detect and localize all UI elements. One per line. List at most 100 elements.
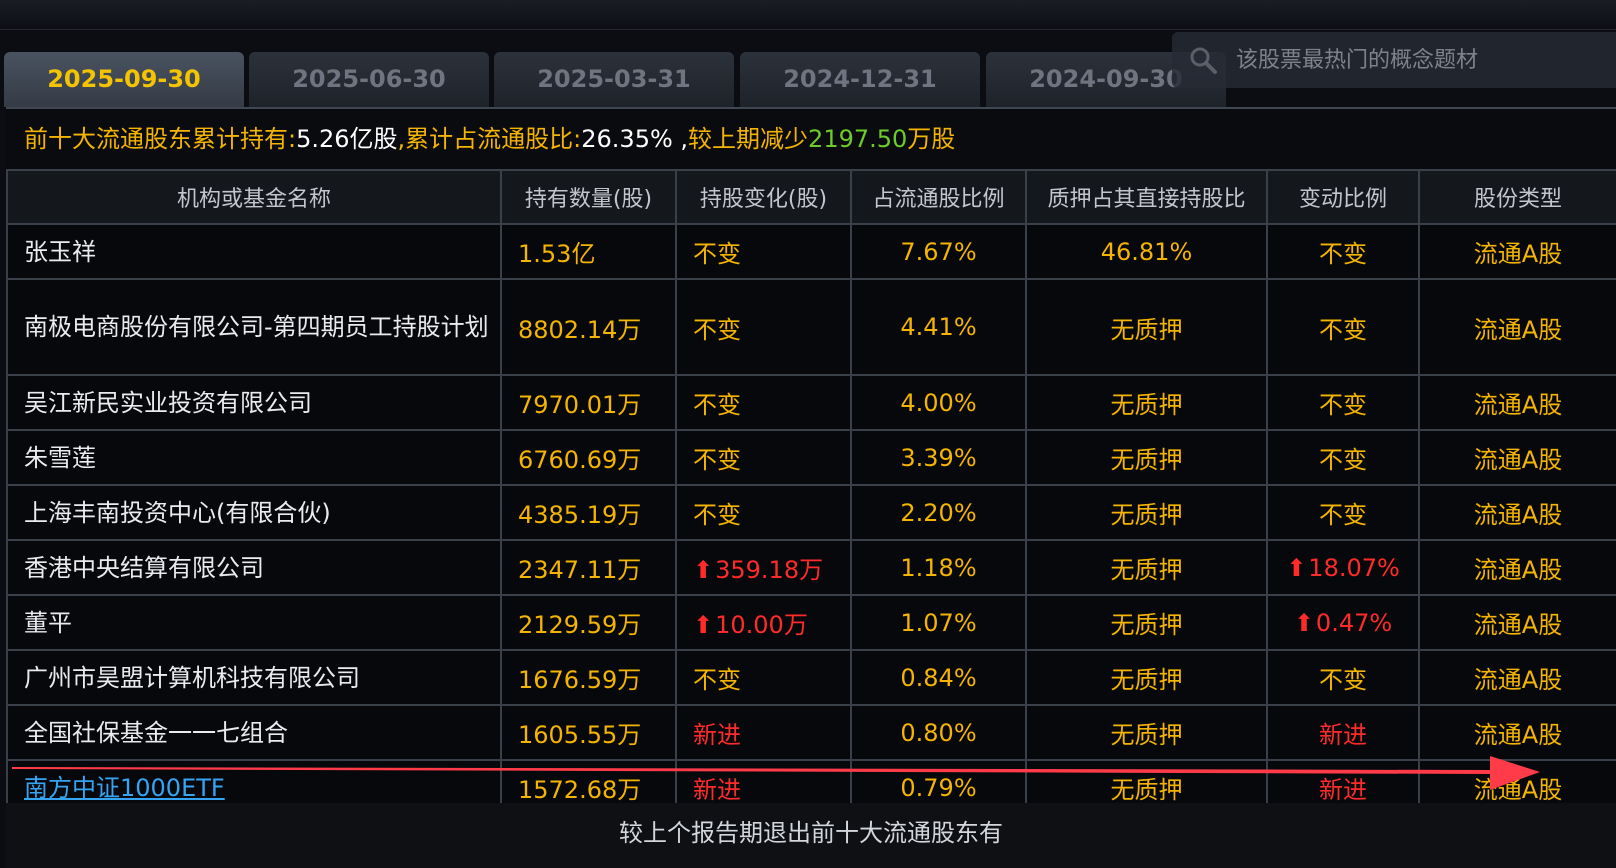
table-header-row: 机构或基金名称 持有数量(股) 持股变化(股) 占流通股比例 质押占其直接持股比…	[6, 169, 1616, 225]
holder-pledge-ratio: 无质押	[1025, 649, 1268, 706]
tab-2025-03-31[interactable]: 2025-03-31	[494, 52, 734, 107]
top-bar	[0, 0, 1616, 30]
col-header-change: 持股变化(股)	[675, 169, 852, 225]
holder-name: 张玉祥	[6, 223, 502, 280]
holder-share-type: 流通A股	[1418, 484, 1616, 541]
holder-quantity: 2129.59万	[500, 594, 677, 651]
holder-float-ratio: 2.20%	[850, 484, 1027, 541]
holder-float-ratio: 1.07%	[850, 594, 1027, 651]
holder-change-value: 359.18万	[715, 556, 824, 584]
holder-share-type: 流通A股	[1418, 374, 1616, 431]
holder-change: 不变	[675, 429, 852, 486]
holder-quantity: 2347.11万	[500, 539, 677, 596]
tab-2025-09-30[interactable]: 2025-09-30	[4, 52, 244, 107]
holder-pledge-ratio: 无质押	[1025, 278, 1268, 376]
holder-change-ratio: 不变	[1266, 429, 1420, 486]
holder-quantity: 8802.14万	[500, 278, 677, 376]
arrow-up-icon: ⬆	[1286, 553, 1307, 582]
table-row: 上海丰南投资中心(有限合伙) 4385.19万 不变 2.20% 无质押 不变 …	[6, 484, 1616, 541]
holder-name: 广州市昊盟计算机科技有限公司	[6, 649, 502, 706]
search-input[interactable]	[1236, 47, 1596, 73]
holder-change: 不变	[675, 278, 852, 376]
holder-name: 上海丰南投资中心(有限合伙)	[6, 484, 502, 541]
holder-pledge-ratio: 无质押	[1025, 594, 1268, 651]
table-row: 张玉祥 1.53亿 不变 7.67% 46.81% 不变 流通A股	[6, 223, 1616, 280]
holder-change-ratio: 不变	[1266, 223, 1420, 280]
table-row: 董平 2129.59万 ⬆10.00万 1.07% 无质押 ⬆0.47% 流通A…	[6, 594, 1616, 651]
col-header-quantity: 持有数量(股)	[500, 169, 677, 225]
summary-change-value: 2197.50	[808, 125, 908, 153]
holder-change-ratio-value: 0.47%	[1315, 608, 1393, 637]
holder-share-type: 流通A股	[1418, 429, 1616, 486]
holder-change: 不变	[675, 484, 852, 541]
holding-summary: 前十大流通股东累计持有:5.26亿股,累计占流通股比:26.35% ,较上期减少…	[6, 107, 1616, 169]
holder-quantity: 1605.55万	[500, 704, 677, 761]
holder-change-ratio: 新进	[1266, 704, 1420, 761]
arrow-up-icon: ⬆	[693, 556, 714, 584]
holder-change-ratio: 不变	[1266, 374, 1420, 431]
exited-holders-note: 较上个报告期退出前十大流通股东有	[6, 803, 1616, 868]
holder-change: 新进	[675, 704, 852, 761]
summary-total-value: 5.26亿股	[296, 125, 398, 153]
tab-2024-12-31[interactable]: 2024-12-31	[740, 52, 980, 107]
holder-change: 不变	[675, 374, 852, 431]
summary-ratio-value: 26.35% ,	[581, 125, 689, 153]
holder-float-ratio: 1.18%	[850, 539, 1027, 596]
search-icon	[1190, 47, 1217, 74]
holder-change-ratio: 不变	[1266, 484, 1420, 541]
col-header-pledge-ratio: 质押占其直接持股比	[1025, 169, 1268, 225]
holder-change: 不变	[675, 223, 852, 280]
table-row: 广州市昊盟计算机科技有限公司 1676.59万 不变 0.84% 无质押 不变 …	[6, 649, 1616, 706]
summary-total-label: 前十大流通股东累计持有:	[24, 125, 297, 153]
holder-quantity: 1.53亿	[500, 223, 677, 280]
holder-change-value: 10.00万	[715, 611, 808, 639]
holder-name: 董平	[6, 594, 502, 651]
col-header-name: 机构或基金名称	[6, 169, 502, 225]
holder-change-ratio: ⬆0.47%	[1266, 594, 1420, 651]
holder-quantity: 6760.69万	[500, 429, 677, 486]
holder-name: 香港中央结算有限公司	[6, 539, 502, 596]
col-header-share-type: 股份类型	[1418, 169, 1616, 225]
holder-share-type: 流通A股	[1418, 278, 1616, 376]
concept-search-box[interactable]	[1172, 32, 1616, 88]
arrow-up-icon: ⬆	[693, 611, 714, 639]
holder-change: 不变	[675, 649, 852, 706]
top-ten-holders-table: 机构或基金名称 持有数量(股) 持股变化(股) 占流通股比例 质押占其直接持股比…	[6, 169, 1616, 816]
tab-2025-06-30[interactable]: 2025-06-30	[249, 52, 489, 107]
holder-pledge-ratio: 无质押	[1025, 429, 1268, 486]
table-row: 朱雪莲 6760.69万 不变 3.39% 无质押 不变 流通A股	[6, 429, 1616, 486]
summary-change-label: 较上期减少	[688, 125, 809, 153]
holder-name: 南极电商股份有限公司-第四期员工持股计划	[6, 278, 502, 376]
holder-pledge-ratio: 无质押	[1025, 539, 1268, 596]
holder-pledge-ratio: 46.81%	[1025, 223, 1268, 280]
holder-change-ratio: 不变	[1266, 278, 1420, 376]
holder-change-ratio: ⬆18.07%	[1266, 539, 1420, 596]
holder-float-ratio: 3.39%	[850, 429, 1027, 486]
col-header-float-ratio: 占流通股比例	[850, 169, 1027, 225]
holder-change-ratio-value: 18.07%	[1308, 553, 1400, 582]
holder-pledge-ratio: 无质押	[1025, 704, 1268, 761]
table-row: 香港中央结算有限公司 2347.11万 ⬆359.18万 1.18% 无质押 ⬆…	[6, 539, 1616, 596]
holder-quantity: 4385.19万	[500, 484, 677, 541]
holder-float-ratio: 0.80%	[850, 704, 1027, 761]
summary-ratio-label: 累计占流通股比:	[405, 125, 582, 153]
holder-change-ratio: 不变	[1266, 649, 1420, 706]
holder-share-type: 流通A股	[1418, 539, 1616, 596]
holder-name: 吴江新民实业投资有限公司	[6, 374, 502, 431]
holder-pledge-ratio: 无质押	[1025, 374, 1268, 431]
table-row: 南极电商股份有限公司-第四期员工持股计划 8802.14万 不变 4.41% 无…	[6, 278, 1616, 376]
holder-share-type: 流通A股	[1418, 594, 1616, 651]
table-row: 全国社保基金一一七组合 1605.55万 新进 0.80% 无质押 新进 流通A…	[6, 704, 1616, 761]
holder-share-type: 流通A股	[1418, 704, 1616, 761]
summary-change-unit: 万股	[907, 125, 956, 153]
holder-quantity: 1676.59万	[500, 649, 677, 706]
holder-change: ⬆10.00万	[675, 594, 852, 651]
holder-float-ratio: 4.00%	[850, 374, 1027, 431]
holder-share-type: 流通A股	[1418, 223, 1616, 280]
holder-change: ⬆359.18万	[675, 539, 852, 596]
holder-share-type: 流通A股	[1418, 649, 1616, 706]
holder-name: 全国社保基金一一七组合	[6, 704, 502, 761]
holder-name: 朱雪莲	[6, 429, 502, 486]
table-row: 吴江新民实业投资有限公司 7970.01万 不变 4.00% 无质押 不变 流通…	[6, 374, 1616, 431]
holder-float-ratio: 4.41%	[850, 278, 1027, 376]
